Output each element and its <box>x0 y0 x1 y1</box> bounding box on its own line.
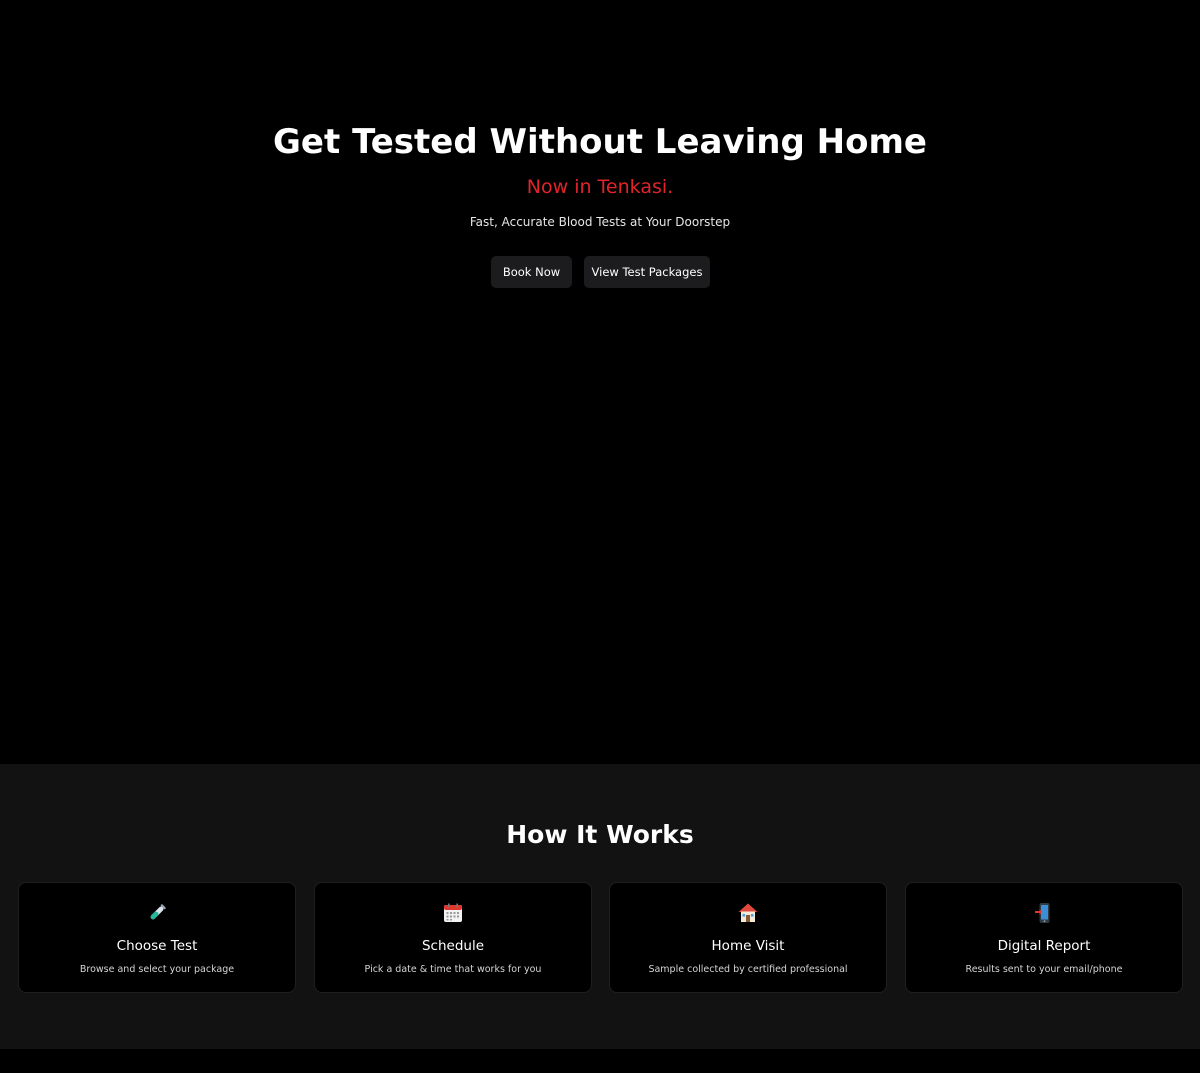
step-description: Sample collected by certified profession… <box>648 964 848 975</box>
calendar-icon <box>315 901 591 925</box>
view-test-packages-button[interactable]: View Test Packages <box>584 256 710 288</box>
house-icon <box>610 901 886 925</box>
step-card-choose-test: Choose Test Browse and select your packa… <box>18 882 296 993</box>
step-card-schedule: Schedule Pick a date & time that works f… <box>314 882 592 993</box>
hero-title: Get Tested Without Leaving Home <box>273 122 927 162</box>
hero-subtitle: Fast, Accurate Blood Tests at Your Doors… <box>469 215 731 229</box>
step-description: Pick a date & time that works for you <box>364 964 542 975</box>
how-it-works-section: How It Works Choose Test Browse and sele… <box>0 764 1200 1049</box>
hero-tagline: Now in Tenkasi. <box>526 176 674 198</box>
step-title: Home Visit <box>711 938 785 954</box>
step-card-digital-report: Digital Report Results sent to your emai… <box>905 882 1183 993</box>
step-title: Schedule <box>421 938 485 954</box>
step-description: Results sent to your email/phone <box>965 964 1123 975</box>
hero-section: Get Tested Without Leaving Home Now in T… <box>0 0 1200 764</box>
step-description: Browse and select your package <box>79 964 235 975</box>
book-now-button[interactable]: Book Now <box>491 256 572 288</box>
how-it-works-title: How It Works <box>506 820 694 849</box>
footer-strip <box>0 1049 1200 1073</box>
step-title: Choose Test <box>116 938 198 954</box>
mobile-phone-icon <box>906 901 1182 925</box>
step-card-home-visit: Home Visit Sample collected by certified… <box>609 882 887 993</box>
step-title: Digital Report <box>997 938 1091 954</box>
test-tube-icon <box>19 901 295 925</box>
